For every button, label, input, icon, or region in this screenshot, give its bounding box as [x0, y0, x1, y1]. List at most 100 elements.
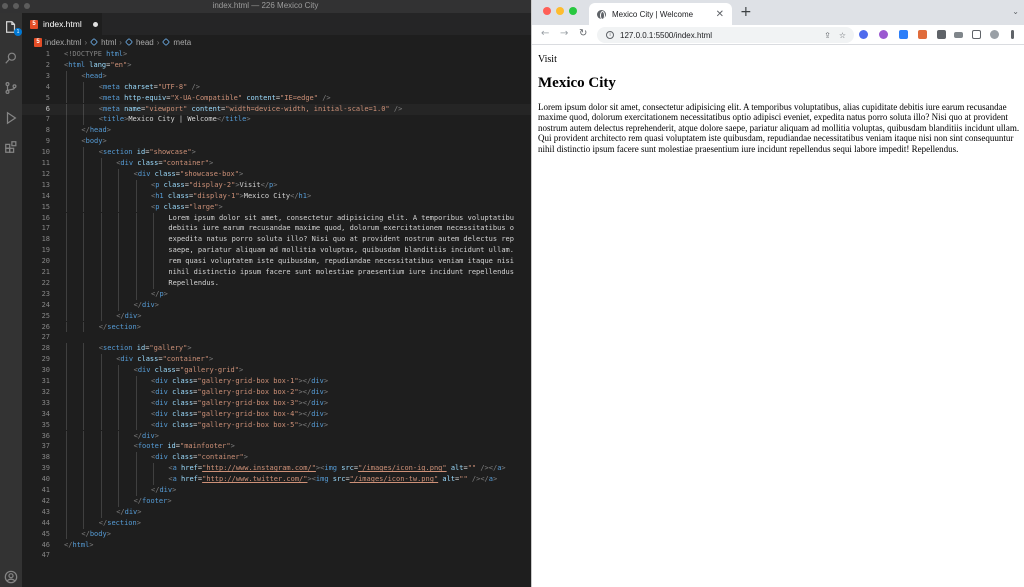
extension-icon[interactable] [879, 30, 888, 39]
code-text: <body> [81, 136, 106, 147]
code-line[interactable]: 24 </div> [22, 300, 531, 311]
code-line[interactable]: 8 </head> [22, 125, 531, 136]
code-line[interactable]: 5 <meta http-equiv="X-UA-Compatible" cont… [22, 93, 531, 104]
more-menu-icon[interactable] [1011, 30, 1014, 39]
code-line[interactable]: 15 <p class="large"> [22, 202, 531, 213]
code-line[interactable]: 14 <h1 class="display-1">Mexico City</h1> [22, 191, 531, 202]
code-line[interactable]: 44 </section> [22, 518, 531, 529]
code-editor[interactable]: 1 <!DOCTYPE html> 2 <html lang="en"> 3 <head>… [22, 49, 531, 587]
account-icon[interactable] [3, 569, 19, 585]
code-text: <p class="large"> [151, 202, 223, 213]
forward-arrow-icon[interactable]: → [560, 28, 568, 40]
code-line[interactable]: 29 <div class="container"> [22, 354, 531, 365]
code-line[interactable]: 19 saepe, pariatur aliquam ad mollitia vo… [22, 245, 531, 256]
breadcrumb-html[interactable]: html [101, 38, 116, 47]
back-arrow-icon[interactable]: ← [541, 28, 549, 40]
code-line[interactable]: 12 <div class="showcase-box"> [22, 169, 531, 180]
code-line[interactable]: 28 <section id="gallery"> [22, 343, 531, 354]
token-text: Repellendus. [168, 278, 219, 287]
line-number: 42 [41, 496, 50, 505]
breadcrumb-head[interactable]: head [136, 38, 154, 47]
code-line[interactable]: 36 </div> [22, 431, 531, 442]
info-icon[interactable]: i [606, 31, 614, 39]
code-line[interactable]: 16 Lorem ipsum dolor sit amet, consectetu… [22, 213, 531, 224]
code-text: <div class="container"> [116, 158, 213, 169]
code-line[interactable]: 39 <a href="http://www.instagram.com/"><i… [22, 463, 531, 474]
code-line[interactable]: 31 <div class="gallery-grid-box box-1"></… [22, 376, 531, 387]
code-line[interactable]: 23 </p> [22, 289, 531, 300]
side-panel-icon[interactable] [972, 30, 981, 39]
token-tag: section [103, 148, 133, 157]
token-attr: class [133, 355, 159, 364]
bookmark-star-icon[interactable]: ☆ [839, 31, 846, 40]
breadcrumb-file[interactable]: index.html [45, 38, 81, 47]
code-line[interactable]: 32 <div class="gallery-grid-box box-2"></… [22, 387, 531, 398]
code-line[interactable]: 20 rem quasi voluptatem iste quibusdam, r… [22, 256, 531, 267]
code-line[interactable]: 22 Repellendus. [22, 278, 531, 289]
extension-icon[interactable] [859, 30, 868, 39]
token-attr: id [132, 344, 146, 353]
close-tab-icon[interactable]: ✕ [716, 9, 724, 20]
close-window-button[interactable] [543, 7, 551, 15]
code-line[interactable]: 30 <div class="gallery-grid"> [22, 365, 531, 376]
chevron-down-icon[interactable]: ⌄ [1012, 7, 1019, 16]
code-line[interactable]: 42 </footer> [22, 496, 531, 507]
code-line[interactable]: 34 <div class="gallery-grid-box box-4"></… [22, 409, 531, 420]
explorer-icon[interactable]: 1 [3, 19, 22, 36]
search-icon[interactable] [3, 50, 19, 66]
code-line[interactable]: 21 nihil distinctio ipsum facere sunt mol… [22, 267, 531, 278]
code-line[interactable]: 3 <head> [22, 71, 531, 82]
code-line[interactable]: 2 <html lang="en"> [22, 60, 531, 71]
code-line[interactable]: 18 expedita natus porro soluta illo? Nisi… [22, 234, 531, 245]
code-line[interactable]: 43 </div> [22, 507, 531, 518]
code-line[interactable]: 40 <a href="http://www.twitter.com/"><img… [22, 474, 531, 485]
token-str: "container" [162, 159, 209, 167]
profile-avatar-icon[interactable] [990, 30, 999, 39]
code-line[interactable]: 6 <meta name="viewport" content="width=de… [22, 104, 531, 115]
browser-tab[interactable]: Mexico City | Welcome ✕ [589, 3, 732, 25]
share-icon[interactable]: ⇪ [824, 31, 831, 40]
run-debug-icon[interactable] [3, 110, 19, 126]
extensions-icon[interactable] [3, 139, 19, 155]
puzzle-icon[interactable] [937, 30, 946, 39]
breadcrumb-meta[interactable]: meta [173, 38, 191, 47]
code-line[interactable]: 11 <div class="container"> [22, 158, 531, 169]
code-line[interactable]: 4 <meta charset="UTF-8" /> [22, 82, 531, 93]
line-number: 44 [41, 518, 50, 527]
code-line[interactable]: 10 <section id="showcase"> [22, 147, 531, 158]
token-tag: html [106, 50, 124, 58]
url-text[interactable]: 127.0.0.1:5500/index.html [620, 31, 824, 40]
unsaved-dot-icon[interactable] [92, 21, 98, 27]
extension-icon[interactable] [899, 30, 908, 39]
tab-index-html[interactable]: 5 index.html [22, 13, 102, 35]
source-control-icon[interactable] [3, 80, 19, 96]
code-line[interactable]: 27 [22, 332, 531, 343]
code-line[interactable]: 25 </div> [22, 311, 531, 322]
extension-icon[interactable] [918, 30, 927, 39]
code-line[interactable]: 9 <body> [22, 136, 531, 147]
code-line[interactable]: 17 debitis iure earum recusandae maxime q… [22, 223, 531, 234]
code-line[interactable]: 41 </div> [22, 485, 531, 496]
code-line[interactable]: 46 </html> [22, 540, 531, 551]
token-tag: div [159, 486, 173, 494]
reading-list-icon[interactable] [954, 32, 963, 38]
code-line[interactable]: 26 </section> [22, 322, 531, 333]
token-punc: </ [290, 191, 299, 200]
token-punc: > [323, 420, 329, 429]
code-line[interactable]: 38 <div class="container"> [22, 452, 531, 463]
code-line[interactable]: 35 <div class="gallery-grid-box box-5"></… [22, 420, 531, 431]
address-bar[interactable]: i 127.0.0.1:5500/index.html ⇪ ☆ [597, 27, 854, 43]
code-line[interactable]: 33 <div class="gallery-grid-box box-3"></… [22, 398, 531, 409]
code-line[interactable]: 47 [22, 550, 531, 561]
token-attr: content [242, 93, 276, 102]
code-text: <meta name="viewport" content="width=dev… [99, 104, 403, 115]
reload-icon[interactable]: ↻ [579, 28, 587, 40]
minimize-window-button[interactable] [556, 7, 564, 15]
code-line[interactable]: 13 <p class="display-2">Visit</p> [22, 180, 531, 191]
new-tab-icon[interactable]: + [740, 5, 752, 19]
code-line[interactable]: 45 </body> [22, 529, 531, 540]
code-line[interactable]: 7 <title>Mexico City | Welcome</title> [22, 114, 531, 125]
code-line[interactable]: 1 <!DOCTYPE html> [22, 49, 531, 60]
code-line[interactable]: 37 <footer id="mainfooter"> [22, 441, 531, 452]
maximize-window-button[interactable] [569, 7, 577, 15]
